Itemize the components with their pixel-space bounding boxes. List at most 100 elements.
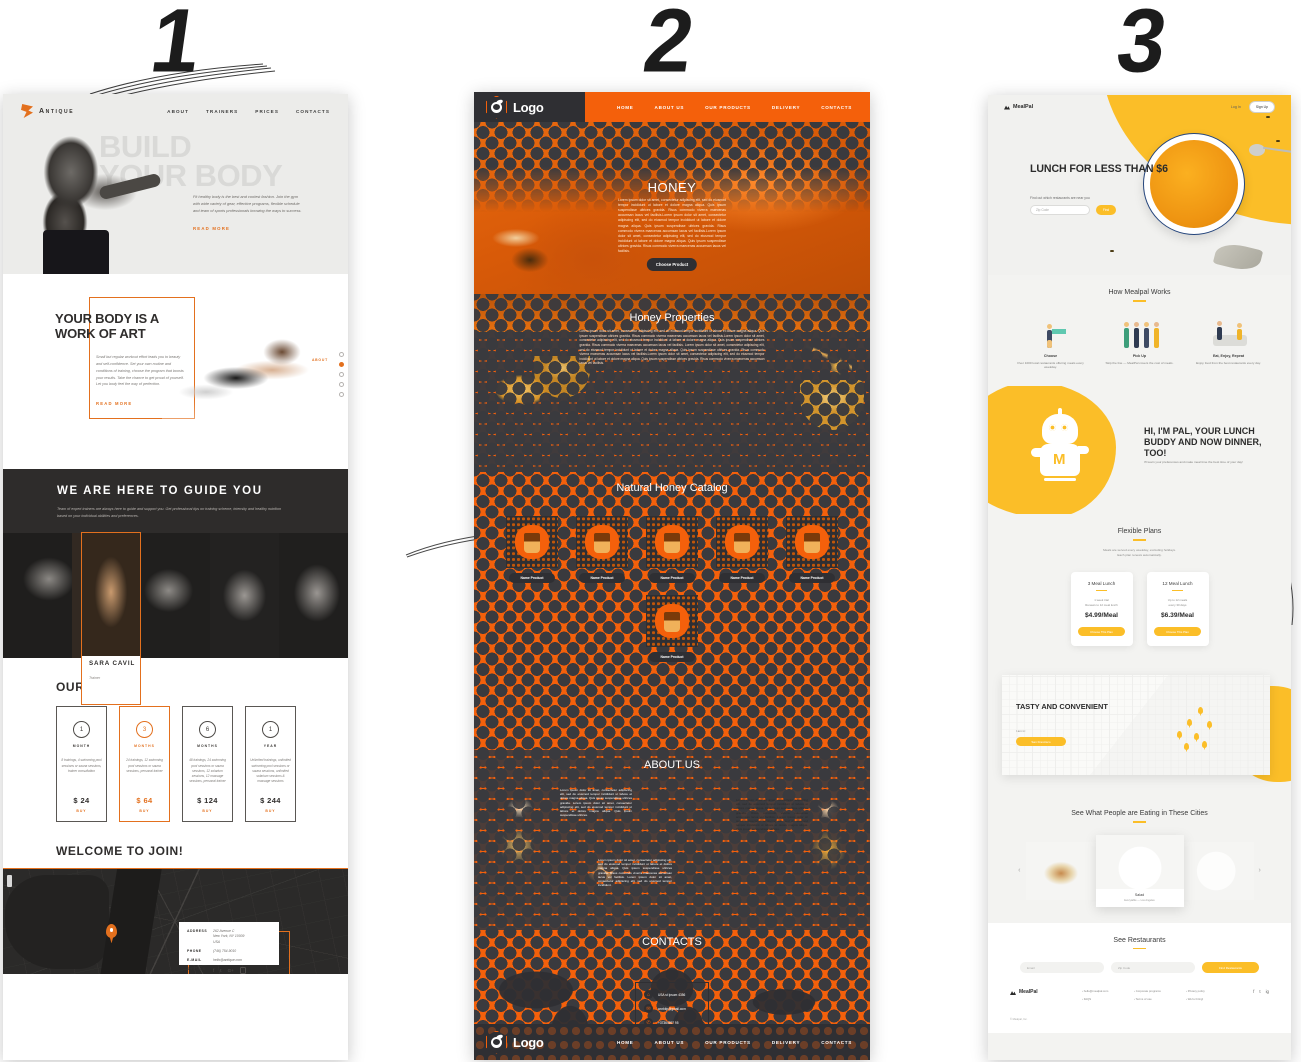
footer-link[interactable]: › We're hiring! bbox=[1186, 997, 1238, 1001]
footer-links-col-3[interactable]: › Privacy policy › We're hiring! bbox=[1186, 989, 1238, 1004]
nav-item-delivery[interactable]: DELIVERY bbox=[772, 105, 800, 110]
honey-logo[interactable]: Logo bbox=[486, 95, 544, 119]
product-card[interactable]: Name Product bbox=[646, 516, 698, 583]
product-name[interactable]: Name Product bbox=[509, 573, 555, 583]
footer-link[interactable]: › Privacy policy bbox=[1186, 989, 1238, 993]
product-card[interactable]: Name Product bbox=[716, 516, 768, 583]
product-card[interactable]: Name Product bbox=[506, 516, 558, 583]
slider-dot[interactable] bbox=[339, 382, 344, 387]
plan-card-12-meal[interactable]: 12 Meal Lunch Up to 12 meals every 30 da… bbox=[1146, 571, 1209, 647]
mockup-2-honey-landing[interactable]: Logo HOME ABOUT US OUR PRODUCTS DELIVERY… bbox=[474, 92, 870, 1060]
footer-nav-contacts[interactable]: CONTACTS bbox=[821, 1040, 852, 1045]
price-card[interactable]: 1 YEAR Unlimited trainings, unlimited sw… bbox=[245, 706, 296, 823]
footer-nav-about-us[interactable]: ABOUT US bbox=[655, 1040, 685, 1045]
map-zoom-control[interactable] bbox=[7, 875, 12, 888]
food-carousel[interactable]: ‹ Salad Everytable — Los Angeles › bbox=[988, 834, 1291, 907]
gym-logo[interactable]: Antique bbox=[21, 104, 74, 118]
honey-header[interactable]: Logo HOME ABOUT US OUR PRODUCTS DELIVERY… bbox=[474, 92, 870, 122]
footer-link[interactable]: › Corporate programs bbox=[1134, 989, 1186, 993]
map-pin-icon[interactable] bbox=[106, 924, 117, 939]
slider-dot[interactable] bbox=[339, 352, 344, 357]
topbar-actions[interactable]: Log In Sign Up bbox=[1231, 101, 1275, 113]
price-cards[interactable]: 1 MONTH 8 trainings, 4 swimming pool ses… bbox=[56, 706, 348, 823]
choose-plan-button[interactable]: Choose This Plan bbox=[1078, 627, 1125, 637]
plan-cards[interactable]: 3 Meal Lunch 1 week trial Renews to 12 m… bbox=[988, 571, 1291, 647]
twitter-icon[interactable]: t bbox=[220, 968, 221, 973]
product-card[interactable]: Name Product bbox=[786, 516, 838, 583]
carousel-slide-active[interactable]: Salad Everytable — Los Angeles bbox=[1095, 834, 1184, 907]
footer-link[interactable]: › Terms of use bbox=[1134, 997, 1186, 1001]
price-card-buy-button[interactable]: BUY bbox=[265, 809, 275, 813]
carousel-prev-button[interactable]: ‹ bbox=[1013, 867, 1025, 874]
mealpal-logo[interactable]: MealPal bbox=[1004, 104, 1033, 110]
map-card[interactable]: TASTY AND CONVENIENT I am in: San Franci… bbox=[1002, 675, 1270, 776]
zip-code-input[interactable]: Zip Code bbox=[1111, 962, 1195, 974]
find-button[interactable]: Find bbox=[1096, 205, 1117, 215]
map-pin-icon[interactable] bbox=[1207, 721, 1212, 728]
choose-plan-button[interactable]: Choose This Plan bbox=[1154, 627, 1201, 637]
honey-nav[interactable]: HOME ABOUT US OUR PRODUCTS DELIVERY CONT… bbox=[617, 105, 858, 110]
product-name[interactable]: Name Product bbox=[789, 573, 835, 583]
nav-item-trainers[interactable]: TRAINERS bbox=[206, 109, 238, 114]
facebook-icon[interactable]: f bbox=[213, 968, 214, 973]
zip-code-input[interactable]: Zip Code bbox=[1030, 205, 1090, 215]
nav-item-contacts[interactable]: CONTACTS bbox=[821, 105, 852, 110]
nav-item-about[interactable]: ABOUT bbox=[167, 109, 189, 114]
price-card-highlighted[interactable]: 3 MONTHS 24 trainings, 12 swimming pool … bbox=[119, 706, 170, 823]
social-icons[interactable]: f t G+ bbox=[213, 967, 247, 974]
map-pin-icon[interactable] bbox=[1198, 707, 1203, 714]
price-card-buy-button[interactable]: BUY bbox=[139, 809, 149, 813]
trainer-photo[interactable] bbox=[279, 533, 348, 659]
google-plus-icon[interactable]: G+ bbox=[228, 968, 234, 973]
map-pin-icon[interactable] bbox=[1184, 743, 1189, 750]
footer-nav-delivery[interactable]: DELIVERY bbox=[772, 1040, 800, 1045]
choose-product-button[interactable]: Choose Product bbox=[646, 258, 698, 271]
art-slider-dots[interactable] bbox=[339, 352, 344, 397]
nav-item-our-products[interactable]: OUR PRODUCTS bbox=[705, 105, 751, 110]
footer-logo[interactable]: MealPal bbox=[1010, 989, 1082, 995]
zip-search-form[interactable]: Zip Code Find bbox=[1030, 205, 1117, 215]
login-link[interactable]: Log In bbox=[1231, 105, 1241, 109]
trainer-photo[interactable] bbox=[141, 533, 210, 659]
carousel-slide[interactable] bbox=[1183, 841, 1254, 900]
slider-dot[interactable] bbox=[339, 392, 344, 397]
price-card[interactable]: 6 MONTHS 48 trainings, 24 swimming pool … bbox=[182, 706, 233, 823]
nav-item-home[interactable]: HOME bbox=[617, 105, 634, 110]
honey-footer[interactable]: Logo HOME ABOUT US OUR PRODUCTS DELIVERY… bbox=[474, 1024, 870, 1060]
mockup-1-gym-landing[interactable]: Antique ABOUT TRAINERS PRICES CONTACTS B… bbox=[3, 94, 348, 1060]
price-card-buy-button[interactable]: BUY bbox=[202, 809, 212, 813]
slider-dot-active[interactable] bbox=[339, 362, 344, 367]
product-name[interactable]: Name Product bbox=[579, 573, 625, 583]
product-name[interactable]: Name Product bbox=[649, 573, 695, 583]
price-card-buy-button[interactable]: BUY bbox=[76, 809, 86, 813]
product-name[interactable]: Name Product bbox=[649, 652, 695, 662]
footer-socials[interactable]: f t ig bbox=[1253, 989, 1269, 994]
city-select-button[interactable]: San Francisco bbox=[1016, 737, 1066, 747]
slider-dot[interactable] bbox=[339, 372, 344, 377]
footer-nav-our-products[interactable]: OUR PRODUCTS bbox=[705, 1040, 751, 1045]
honey-footer-nav[interactable]: HOME ABOUT US OUR PRODUCTS DELIVERY CONT… bbox=[617, 1040, 858, 1045]
product-grid[interactable]: Name Product Name Product Name Product N… bbox=[474, 516, 870, 662]
signup-button[interactable]: Sign Up bbox=[1248, 101, 1275, 113]
honey-footer-logo[interactable]: Logo bbox=[486, 1030, 544, 1054]
find-restaurants-button[interactable]: Find Restaurants bbox=[1202, 962, 1259, 974]
instagram-icon[interactable]: ig bbox=[1266, 989, 1269, 994]
gym-nav[interactable]: ABOUT TRAINERS PRICES CONTACTS bbox=[167, 109, 330, 114]
mockup-3-mealpal-landing[interactable]: MealPal Log In Sign Up LUNCH FOR LESS TH… bbox=[988, 95, 1291, 1060]
nav-item-about-us[interactable]: ABOUT US bbox=[655, 105, 685, 110]
instagram-icon[interactable] bbox=[239, 967, 247, 974]
trainer-photo[interactable] bbox=[3, 533, 72, 659]
twitter-icon[interactable]: t bbox=[1259, 989, 1260, 994]
carousel-next-button[interactable]: › bbox=[1254, 867, 1266, 874]
product-card[interactable]: Name Product bbox=[576, 516, 628, 583]
trainers-grid[interactable]: SARA CAVIL Trainer bbox=[3, 532, 348, 706]
facebook-icon[interactable]: f bbox=[1253, 989, 1254, 994]
art-read-more-button[interactable]: READ MORE bbox=[96, 401, 132, 406]
mealpal-topbar[interactable]: MealPal Log In Sign Up bbox=[988, 95, 1291, 119]
nav-item-contacts[interactable]: CONTACTS bbox=[296, 109, 330, 114]
map-pin-icon[interactable] bbox=[1187, 719, 1192, 726]
trainer-photo[interactable] bbox=[210, 533, 279, 659]
nav-item-prices[interactable]: PRICES bbox=[255, 109, 279, 114]
footer-nav-home[interactable]: HOME bbox=[617, 1040, 634, 1045]
footer-links-col-2[interactable]: › Corporate programs › Terms of use bbox=[1134, 989, 1186, 1004]
